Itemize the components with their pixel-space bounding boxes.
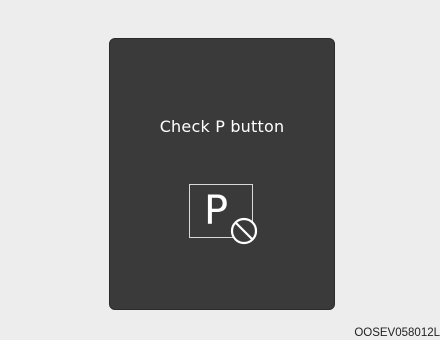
cluster-display-panel: Check P button P [109,38,335,310]
park-button-prohibited-icon: P [189,184,259,246]
prohibited-icon [230,217,258,245]
image-reference-code: OOSEV058012L [354,327,440,339]
park-letter: P [204,188,229,234]
warning-message: Check P button [159,117,285,136]
